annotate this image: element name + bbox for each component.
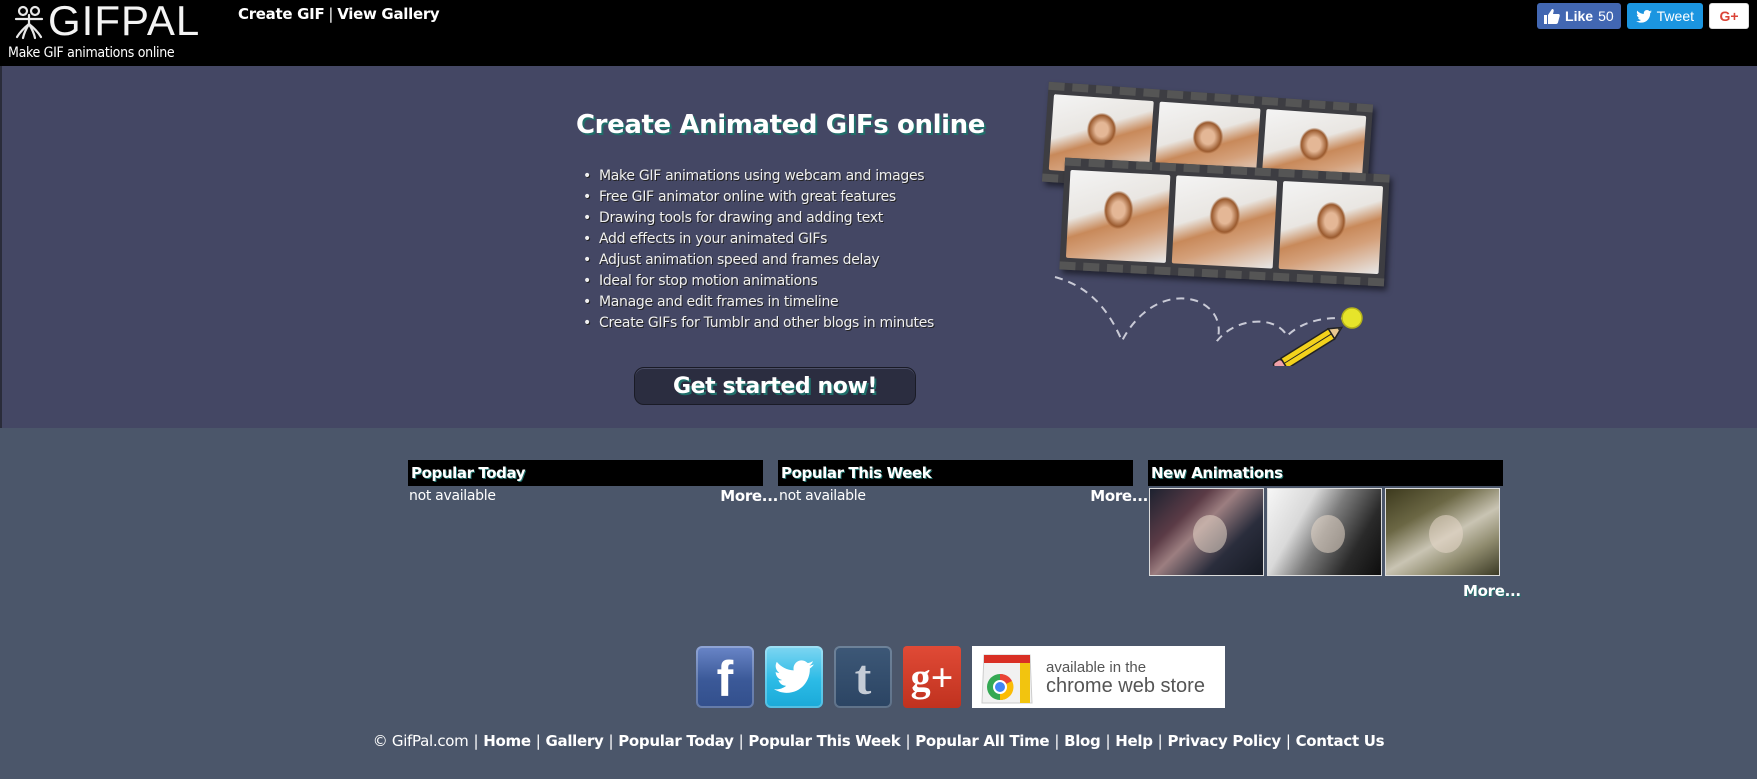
site-header: GIFPAL Make GIF animations online Create…: [0, 0, 1757, 66]
footer-link-popular-today[interactable]: Popular Today: [618, 732, 734, 750]
popular-week-header: Popular This Week: [778, 460, 1133, 486]
footer: © GifPal.com | Home | Gallery | Popular Today |…: [0, 731, 1757, 751]
copyright: © GifPal.com: [372, 732, 469, 750]
footer-link-privacy[interactable]: Privacy Policy: [1167, 732, 1281, 750]
logo-wordmark[interactable]: GIFPAL: [48, 0, 200, 44]
twitter-icon: [774, 660, 814, 693]
footer-link-popular-all-time[interactable]: Popular All Time: [915, 732, 1049, 750]
tagline: Make GIF animations online: [8, 45, 175, 61]
popular-today-empty-text: not available: [409, 488, 496, 504]
footer-separator: |: [608, 732, 614, 750]
animation-thumbnail[interactable]: [1267, 488, 1382, 576]
footer-link-home[interactable]: Home: [483, 732, 531, 750]
chrome-store-line2: chrome web store: [1046, 675, 1205, 697]
film-frame: [1065, 169, 1171, 263]
feature-item: Create GIFs for Tumblr and other blogs i…: [583, 313, 934, 334]
footer-separator: |: [1157, 732, 1163, 750]
google-plus-icon: g+: [910, 654, 954, 700]
feature-item: Add effects in your animated GIFs: [583, 229, 934, 250]
nav-view-gallery[interactable]: View Gallery: [337, 5, 440, 23]
popular-week-empty-text: not available: [779, 488, 866, 504]
footer-link-blog[interactable]: Blog: [1064, 732, 1101, 750]
feature-item: Ideal for stop motion animations: [583, 271, 934, 292]
feature-item: Free GIF animator online with great feat…: [583, 187, 934, 208]
logo-icon: [14, 5, 44, 40]
hero-section: Create Animated GIFs online Make GIF ani…: [0, 66, 1757, 428]
footer-separator: |: [1285, 732, 1291, 750]
popular-today-more-link[interactable]: More...: [720, 486, 778, 506]
footer-separator: |: [535, 732, 541, 750]
film-strip-illustration: [1037, 81, 1397, 381]
like-label: Like: [1565, 8, 1594, 24]
tweet-label: Tweet: [1656, 8, 1694, 24]
footer-link-popular-week[interactable]: Popular This Week: [748, 732, 900, 750]
thumbs-up-icon: [1544, 8, 1560, 24]
google-plus-button[interactable]: G+: [1709, 3, 1749, 29]
tumblr-link[interactable]: t: [834, 646, 892, 708]
nav-separator: |: [328, 5, 334, 23]
top-nav: Create GIF | View Gallery: [238, 4, 440, 24]
chrome-store-icon: [981, 654, 1033, 704]
tweet-button[interactable]: Tweet: [1626, 3, 1703, 29]
feature-item: Drawing tools for drawing and adding tex…: [583, 208, 934, 229]
like-count: 50: [1598, 8, 1614, 24]
social-links: f t g+ available in the chrome web store: [696, 646, 1225, 708]
footer-separator: |: [1105, 732, 1111, 750]
footer-separator: |: [473, 732, 479, 750]
facebook-like-button[interactable]: Like 50: [1537, 3, 1621, 29]
facebook-link[interactable]: f: [696, 646, 754, 708]
chrome-web-store-badge[interactable]: available in the chrome web store: [972, 646, 1225, 708]
google-plus-link[interactable]: g+: [903, 646, 961, 708]
new-animations-more-link[interactable]: More...: [1463, 582, 1521, 600]
animation-thumbnail[interactable]: [1149, 488, 1264, 576]
footer-link-contact[interactable]: Contact Us: [1296, 732, 1385, 750]
animation-thumbnail[interactable]: [1385, 488, 1500, 576]
feature-item: Make GIF animations using webcam and ima…: [583, 166, 934, 187]
popular-today-header: Popular Today: [408, 460, 763, 486]
footer-separator: |: [905, 732, 911, 750]
social-share-buttons: Like 50 Tweet G+: [1537, 3, 1749, 29]
nav-create-gif[interactable]: Create GIF: [238, 5, 325, 23]
popular-week-more-link[interactable]: More...: [1090, 486, 1148, 506]
film-frame: [1172, 175, 1277, 269]
popular-today-section: Popular Today not available More...: [408, 460, 778, 506]
facebook-icon: f: [716, 651, 734, 707]
new-animations-section: New Animations: [1148, 460, 1518, 576]
feature-item: Manage and edit frames in timeline: [583, 292, 934, 313]
footer-separator: |: [1054, 732, 1060, 750]
feature-list: Make GIF animations using webcam and ima…: [583, 166, 934, 334]
twitter-link[interactable]: [765, 646, 823, 708]
pencil-icon: [1272, 307, 1363, 366]
get-started-button[interactable]: Get started now!: [634, 367, 916, 405]
footer-link-gallery[interactable]: Gallery: [545, 732, 603, 750]
new-animations-thumbnails: [1149, 488, 1518, 576]
tumblr-icon: t: [854, 649, 872, 705]
feature-item: Adjust animation speed and frames delay: [583, 250, 934, 271]
footer-separator: |: [738, 732, 744, 750]
footer-link-help[interactable]: Help: [1115, 732, 1153, 750]
new-animations-header: New Animations: [1148, 460, 1503, 486]
popular-week-section: Popular This Week not available More...: [778, 460, 1148, 506]
hero-title: Create Animated GIFs online: [576, 110, 985, 140]
twitter-bird-icon: [1635, 9, 1652, 23]
